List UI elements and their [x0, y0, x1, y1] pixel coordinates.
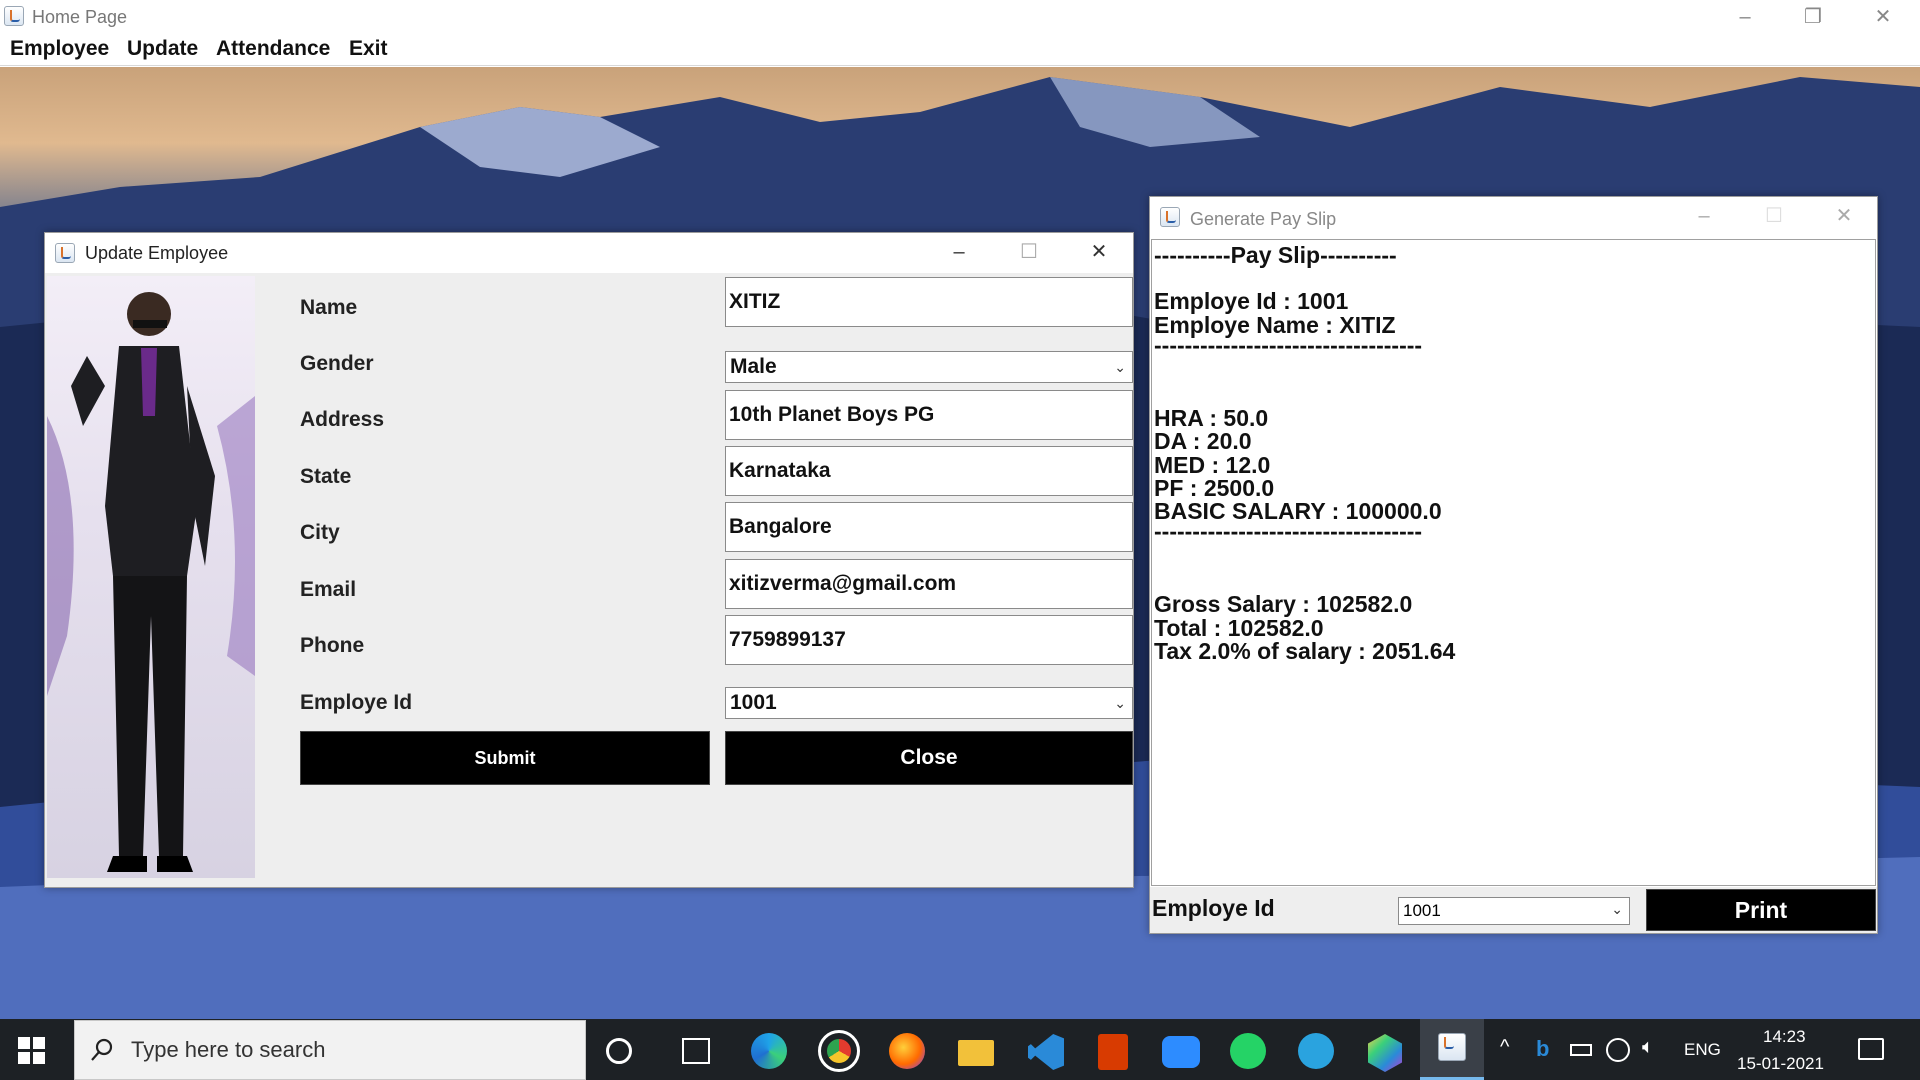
- address-input[interactable]: 10th Planet Boys PG: [725, 390, 1133, 440]
- chevron-down-icon: ⌄: [1611, 901, 1623, 917]
- name-label: Name: [300, 296, 358, 319]
- chevron-down-icon: ⌄: [1114, 695, 1126, 711]
- java-app-icon: [1160, 207, 1180, 227]
- bing-icon[interactable]: b: [1536, 1036, 1549, 1062]
- close-icon[interactable]: ✕: [1079, 237, 1119, 267]
- minimize-icon[interactable]: –: [1725, 2, 1765, 32]
- generate-pay-slip-window: Generate Pay Slip – ☐ ✕ ----------Pay Sl…: [1149, 196, 1878, 934]
- file-explorer-icon[interactable]: [958, 1040, 994, 1066]
- zoom-icon[interactable]: [1162, 1036, 1200, 1068]
- chrome-icon[interactable]: [818, 1030, 860, 1072]
- pay-slip-divider: -----------------------------------: [1154, 332, 1423, 358]
- print-button[interactable]: Print: [1646, 889, 1876, 931]
- telegram-icon[interactable]: [1298, 1033, 1334, 1069]
- pay-slip-divider: -----------------------------------: [1154, 518, 1423, 544]
- update-employee-window: Update Employee – ☐ ✕ Name XITIZ Gender: [44, 232, 1134, 888]
- restore-icon[interactable]: ❐: [1793, 2, 1833, 32]
- pay-slip-header: ----------Pay Slip----------: [1154, 242, 1397, 268]
- java-app-icon: [4, 6, 24, 26]
- close-icon[interactable]: ✕: [1824, 201, 1864, 231]
- office-icon[interactable]: [1098, 1034, 1128, 1070]
- gender-label: Gender: [300, 352, 374, 375]
- notification-icon[interactable]: [1858, 1038, 1884, 1060]
- globe-network-icon[interactable]: [1606, 1038, 1630, 1062]
- submit-button[interactable]: Submit: [300, 731, 710, 785]
- volume-icon[interactable]: 🔈︎: [1642, 1036, 1654, 1059]
- pay-employe-id-value: 1001: [1403, 901, 1441, 920]
- minimize-icon[interactable]: –: [1684, 201, 1724, 231]
- menu-update[interactable]: Update: [123, 37, 202, 61]
- main-window-titlebar: Home Page – ❐ ✕: [0, 0, 1920, 34]
- cortana-icon[interactable]: [606, 1038, 632, 1064]
- menu-exit[interactable]: Exit: [345, 37, 392, 61]
- city-input[interactable]: Bangalore: [725, 502, 1133, 552]
- menu-employee[interactable]: Employee: [6, 37, 113, 61]
- java-app-icon: [55, 243, 75, 263]
- battery-icon[interactable]: [1570, 1044, 1592, 1056]
- employe-id-select[interactable]: 1001 ⌄: [725, 687, 1133, 719]
- edge-icon[interactable]: [751, 1033, 787, 1069]
- email-input[interactable]: xitizverma@gmail.com: [725, 559, 1133, 609]
- minimize-icon[interactable]: –: [939, 237, 979, 267]
- gender-select[interactable]: Male ⌄: [725, 351, 1133, 383]
- employe-id-value: 1001: [730, 691, 777, 714]
- java-app-icon: [1438, 1033, 1466, 1061]
- update-employee-titlebar: Update Employee – ☐ ✕: [45, 233, 1133, 273]
- close-button[interactable]: Close: [725, 731, 1133, 785]
- city-label: City: [300, 521, 340, 544]
- search-icon: [91, 1038, 113, 1061]
- whatsapp-icon[interactable]: [1230, 1033, 1266, 1069]
- taskbar-search-box[interactable]: Type here to search: [74, 1020, 586, 1080]
- pay-slip-text-area[interactable]: ----------Pay Slip---------- Employe Id …: [1151, 239, 1876, 886]
- pay-slip-line: Employe Id : 1001: [1154, 288, 1349, 314]
- menu-attendance[interactable]: Attendance: [212, 37, 334, 61]
- close-icon[interactable]: ✕: [1863, 2, 1903, 32]
- clock-time[interactable]: 14:23: [1763, 1027, 1806, 1047]
- phone-input[interactable]: 7759899137: [725, 615, 1133, 665]
- main-window-title: Home Page: [32, 7, 128, 27]
- pay-slip-line: DA : 20.0: [1154, 428, 1252, 454]
- windows-start-icon[interactable]: [18, 1037, 46, 1065]
- state-label: State: [300, 465, 352, 488]
- pay-slip-line: Gross Salary : 102582.0: [1154, 591, 1413, 617]
- chevron-up-icon[interactable]: ^: [1500, 1036, 1509, 1059]
- employe-id-label: Employe Id: [300, 691, 413, 714]
- chevron-down-icon: ⌄: [1114, 359, 1126, 375]
- pay-slip-controls: Employe Id 1001 ⌄ Print: [1150, 887, 1877, 933]
- pay-employe-id-select[interactable]: 1001 ⌄: [1398, 897, 1630, 925]
- address-label: Address: [300, 408, 385, 431]
- maximize-icon[interactable]: ☐: [1754, 201, 1794, 231]
- maximize-icon[interactable]: ☐: [1009, 237, 1049, 267]
- employee-photo: [47, 276, 255, 878]
- task-view-icon[interactable]: [682, 1038, 710, 1064]
- phone-label: Phone: [300, 634, 365, 657]
- pay-slip-titlebar: Generate Pay Slip – ☐ ✕: [1150, 197, 1877, 239]
- pay-slip-title: Generate Pay Slip: [1190, 209, 1337, 229]
- name-input[interactable]: XITIZ: [725, 277, 1133, 327]
- menu-bar: Employee Update Attendance Exit: [0, 34, 1920, 66]
- gender-value: Male: [730, 355, 777, 378]
- email-label: Email: [300, 578, 357, 601]
- pay-employe-id-label: Employe Id: [1152, 895, 1275, 921]
- firefox-icon[interactable]: [889, 1033, 925, 1069]
- search-placeholder: Type here to search: [131, 1037, 326, 1062]
- clock-date[interactable]: 15-01-2021: [1737, 1054, 1824, 1074]
- state-input[interactable]: Karnataka: [725, 446, 1133, 496]
- language-indicator[interactable]: ENG: [1684, 1040, 1721, 1060]
- pay-slip-line: Tax 2.0% of salary : 2051.64: [1154, 638, 1456, 664]
- java-taskbar-app[interactable]: [1420, 1019, 1484, 1080]
- update-employee-title: Update Employee: [85, 243, 229, 263]
- update-employee-form: Name XITIZ Gender Male ⌄ Address 10th Pl…: [45, 273, 1133, 887]
